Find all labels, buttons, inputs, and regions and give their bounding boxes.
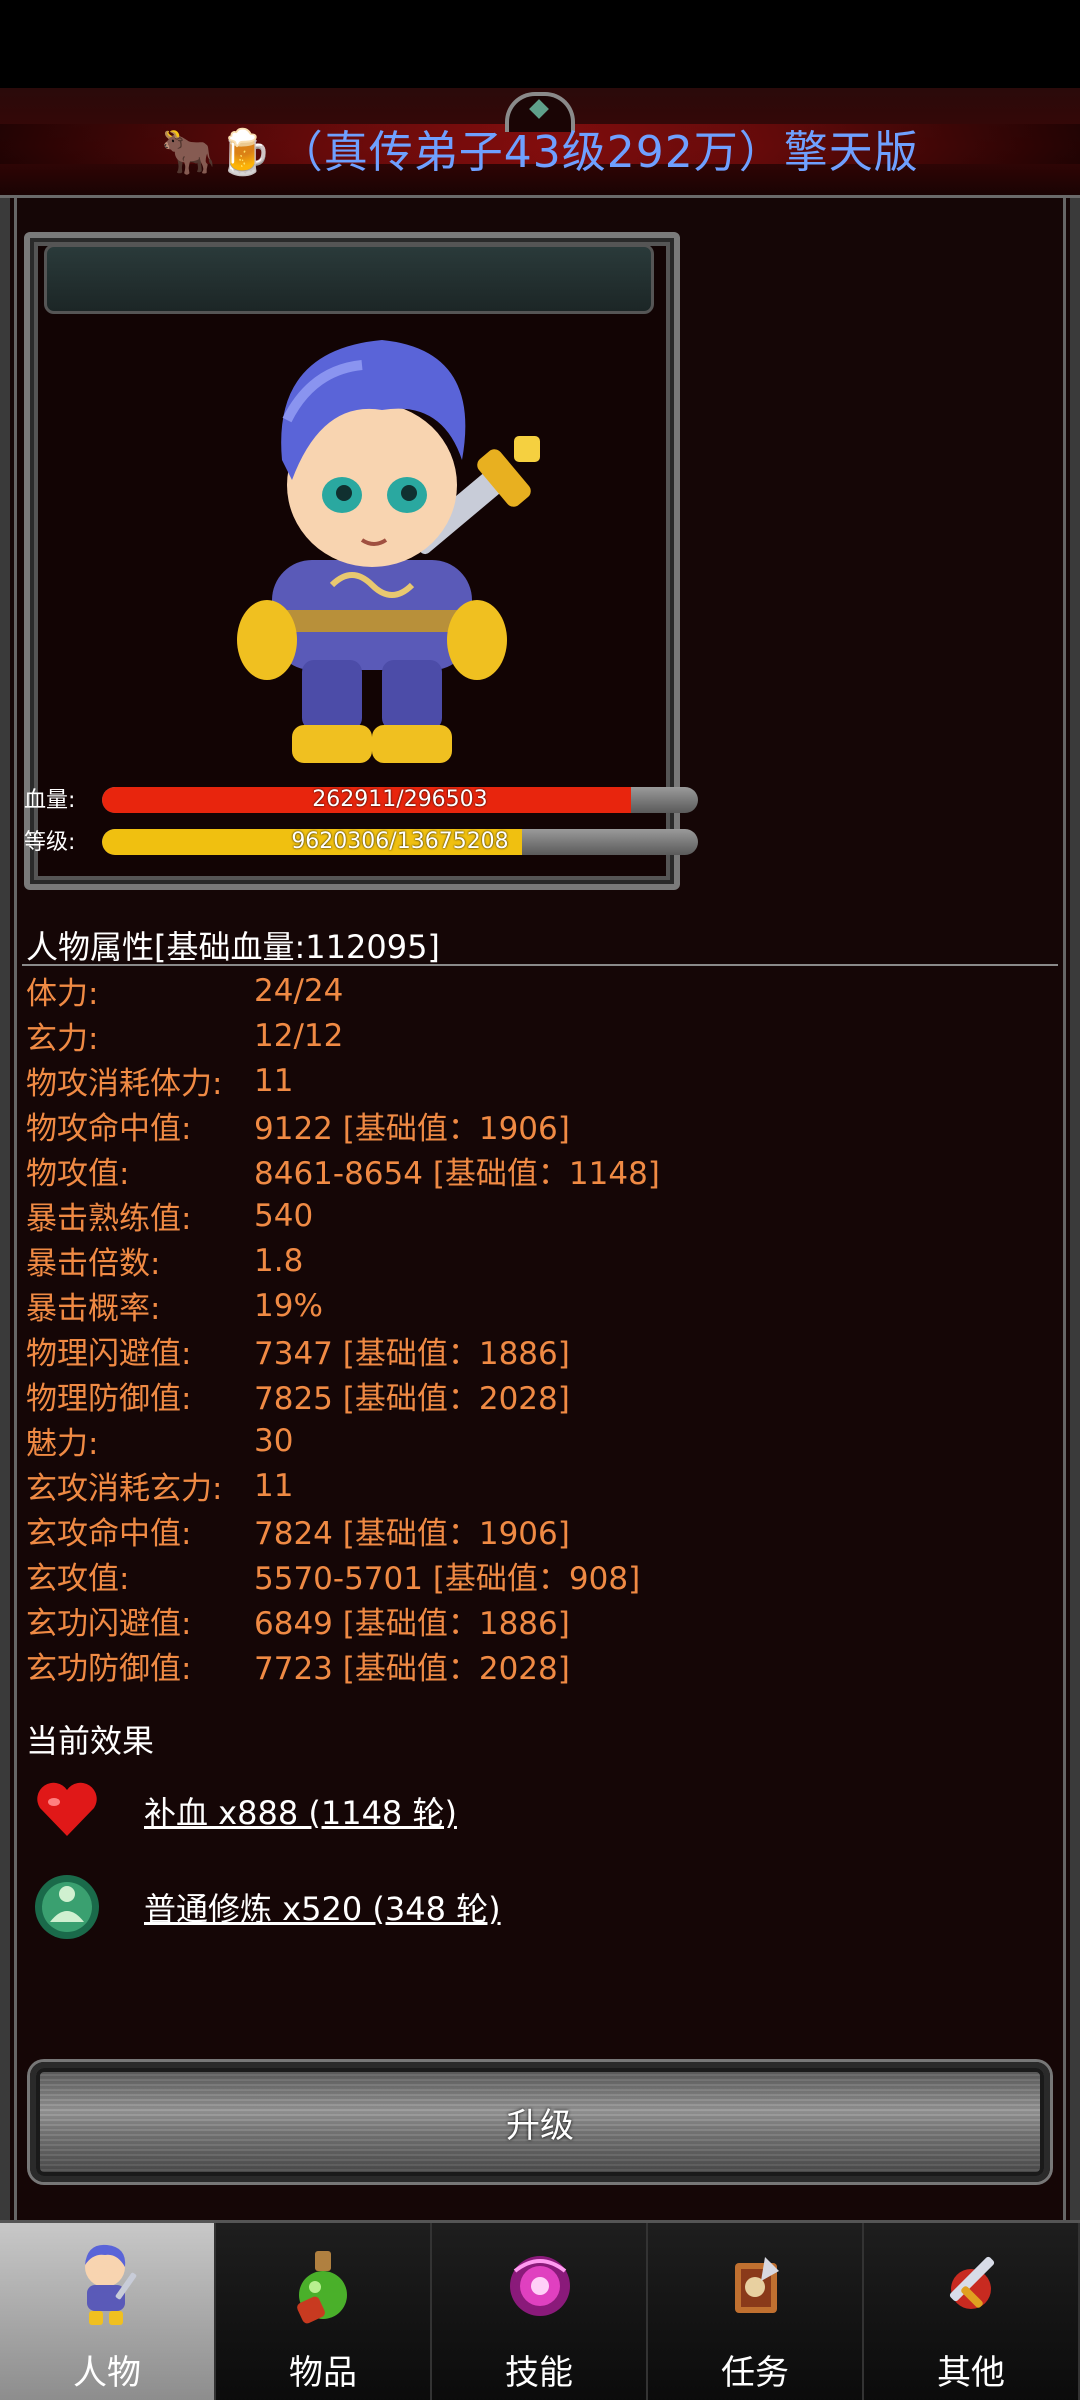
attribute-label: 玄功防御值: xyxy=(26,1651,192,1687)
character-icon xyxy=(85,2244,137,2325)
attribute-row: 玄功防御值: 7723 [基础值：2028] xyxy=(26,1643,1056,1688)
title-emoji-icons: 🐂🍺 xyxy=(161,127,273,178)
attribute-value: 7723 [基础值：2028] xyxy=(254,1651,570,1687)
attribute-label: 物理防御值: xyxy=(26,1381,192,1417)
attribute-value: 7347 [基础值：1886] xyxy=(254,1336,570,1372)
attribute-row: 物攻值: 8461-8654 [基础值：1148] xyxy=(26,1148,1056,1193)
attribute-row: 物理闪避值: 7347 [基础值：1886] xyxy=(26,1328,1056,1373)
attribute-value: 19% xyxy=(254,1287,323,1324)
attribute-label: 物攻值: xyxy=(26,1156,130,1192)
attribute-row: 物攻消耗体力: 11 xyxy=(26,1058,1056,1103)
effects-title: 当前效果 xyxy=(26,1722,155,1760)
tab-quests-label: 任务 xyxy=(721,2353,789,2393)
attribute-row: 暴击概率: 19% xyxy=(26,1283,1056,1328)
hp-bar: 262911/296503 xyxy=(102,787,698,813)
exp-bar: 9620306/13675208 xyxy=(102,829,698,855)
attribute-label: 暴击倍数: xyxy=(26,1246,161,1282)
tab-character-label: 人物 xyxy=(73,2353,141,2393)
attribute-label: 暴击熟练值: xyxy=(26,1201,192,1237)
title-label: （真传弟子43级292万）擎天版 xyxy=(278,127,919,178)
character-avatar xyxy=(237,340,540,763)
attribute-label: 玄攻值: xyxy=(26,1561,130,1597)
attribute-value: 30 xyxy=(254,1422,294,1459)
attribute-value: 6849 [基础值：1886] xyxy=(254,1606,570,1642)
attributes-title: 人物属性[基础血量:112095] xyxy=(26,928,440,966)
attribute-row: 玄力: 12/12 xyxy=(26,1013,1056,1058)
attribute-value: 540 xyxy=(254,1197,314,1234)
tab-items-label: 物品 xyxy=(289,2353,357,2393)
attributes-list: 体力: 24/24 玄力: 12/12 物攻消耗体力: 11 物攻命中值: 9122 [基础值… xyxy=(26,968,1056,1688)
meditation-icon xyxy=(35,1875,99,1939)
sword-icon xyxy=(949,2256,995,2309)
level-label: 等级: xyxy=(24,830,76,855)
attribute-row: 魅力: 30 xyxy=(26,1418,1056,1463)
tab-skills-label: 技能 xyxy=(505,2353,573,2393)
attribute-row: 物理防御值: 7825 [基础值：2028] xyxy=(26,1373,1056,1418)
attribute-row: 玄攻命中值: 7824 [基础值：1906] xyxy=(26,1508,1056,1553)
tab-items[interactable]: 物品 xyxy=(216,2223,432,2400)
page-title: 🐂🍺 （真传弟子43级292万）擎天版 xyxy=(0,116,1080,180)
attribute-value: 9122 [基础值：1906] xyxy=(254,1111,570,1147)
level-bar-row: 等级: 9620306/13675208 xyxy=(24,826,698,856)
attribute-row: 暴击倍数: 1.8 xyxy=(26,1238,1056,1283)
tab-other-label: 其他 xyxy=(937,2353,1005,2393)
potion-icon xyxy=(297,2251,347,2324)
skill-orb-icon xyxy=(510,2256,570,2316)
attribute-row: 玄功闪避值: 6849 [基础值：1886] xyxy=(26,1598,1056,1643)
exp-value: 9620306/13675208 xyxy=(291,829,509,854)
hp-value: 262911/296503 xyxy=(312,787,488,812)
attribute-row: 暴击熟练值: 540 xyxy=(26,1193,1056,1238)
effect-heal-text[interactable]: 补血 x888 (1148 轮) xyxy=(144,1788,457,1834)
attribute-value: 5570-5701 [基础值：908] xyxy=(254,1561,641,1597)
attribute-label: 玄攻消耗玄力: xyxy=(26,1471,223,1507)
hp-bar-row: 血量: 262911/296503 xyxy=(24,784,698,814)
attribute-label: 物攻命中值: xyxy=(26,1111,192,1147)
attribute-value: 24/24 xyxy=(254,972,344,1009)
attribute-row: 物攻命中值: 9122 [基础值：1906] xyxy=(26,1103,1056,1148)
effect-training-text[interactable]: 普通修炼 x520 (348 轮) xyxy=(144,1884,501,1930)
attribute-label: 体力: xyxy=(26,976,99,1012)
upgrade-button-label: 升级 xyxy=(506,2105,574,2146)
attribute-value: 12/12 xyxy=(254,1017,344,1054)
section-divider xyxy=(22,964,1058,966)
attribute-value: 11 xyxy=(254,1467,294,1504)
effect-item-training[interactable]: 普通修炼 x520 (348 轮) xyxy=(32,1872,932,1942)
attribute-row: 玄攻值: 5570-5701 [基础值：908] xyxy=(26,1553,1056,1598)
attribute-value: 1.8 xyxy=(254,1242,304,1279)
portrait-header-plate xyxy=(44,244,654,314)
tab-character[interactable]: 人物 xyxy=(0,2223,216,2400)
effect-item-heal[interactable]: 补血 x888 (1148 轮) xyxy=(32,1776,932,1846)
attribute-label: 玄功闪避值: xyxy=(26,1606,192,1642)
attribute-value: 8461-8654 [基础值：1148] xyxy=(254,1156,660,1192)
tab-other[interactable]: 其他 xyxy=(864,2223,1080,2400)
attribute-value: 11 xyxy=(254,1062,294,1099)
heart-icon xyxy=(37,1782,97,1836)
upgrade-button[interactable]: 升级 xyxy=(30,2062,1050,2182)
attribute-value: 7825 [基础值：2028] xyxy=(254,1381,570,1417)
attribute-value: 7824 [基础值：1906] xyxy=(254,1516,570,1552)
attribute-row: 玄攻消耗玄力: 11 xyxy=(26,1463,1056,1508)
bottom-tab-bar: 人物 物品 技能 任务 其他 xyxy=(0,2220,1080,2400)
attribute-label: 玄力: xyxy=(26,1021,99,1057)
hp-label: 血量: xyxy=(24,788,76,813)
attribute-label: 物攻消耗体力: xyxy=(26,1066,223,1102)
attribute-label: 玄攻命中值: xyxy=(26,1516,192,1552)
tab-skills[interactable]: 技能 xyxy=(432,2223,648,2400)
quest-icon xyxy=(735,2257,779,2313)
tab-quests[interactable]: 任务 xyxy=(648,2223,864,2400)
attribute-label: 暴击概率: xyxy=(26,1291,161,1327)
attribute-label: 魅力: xyxy=(26,1426,99,1462)
status-bar xyxy=(0,0,1080,88)
attribute-row: 体力: 24/24 xyxy=(26,968,1056,1013)
attribute-label: 物理闪避值: xyxy=(26,1336,192,1372)
